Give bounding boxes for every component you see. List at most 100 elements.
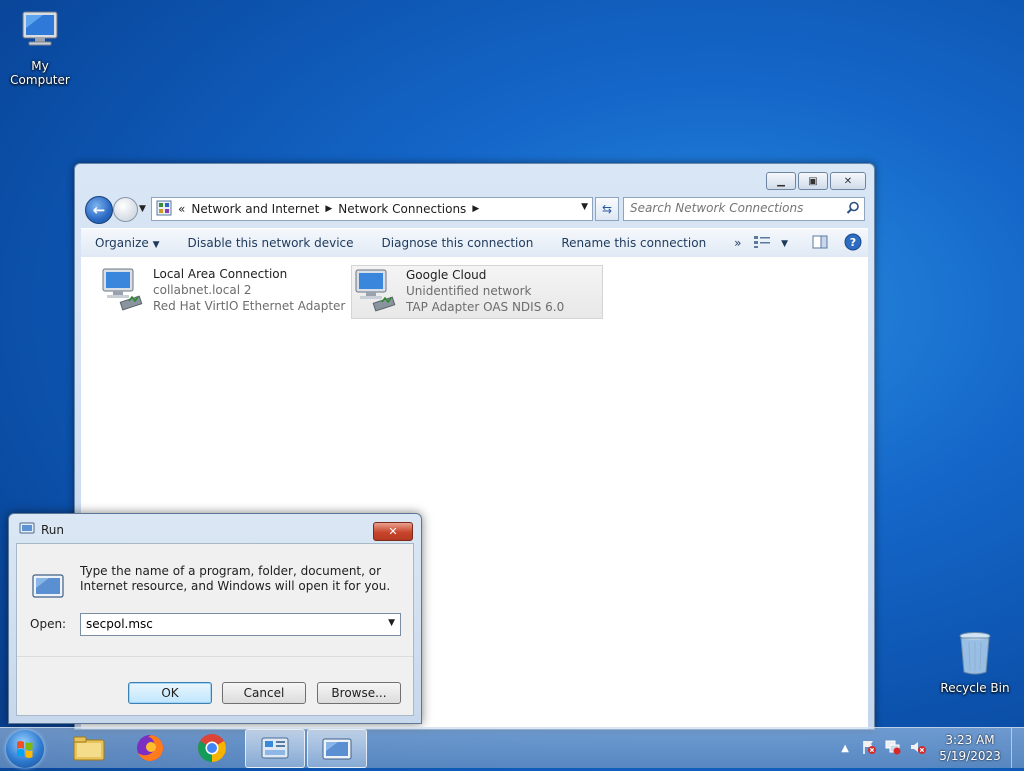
- desktop-icon-recycle-bin[interactable]: Recycle Bin: [935, 630, 1015, 695]
- run-dialog-message: Type the name of a program, folder, docu…: [80, 564, 391, 593]
- help-button[interactable]: ?: [844, 233, 862, 254]
- preview-pane-icon: [812, 235, 828, 249]
- network-adapter-icon: [352, 266, 406, 318]
- connection-adapter: TAP Adapter OAS NDIS 6.0: [406, 300, 565, 314]
- run-dialog-title: Run: [41, 522, 65, 537]
- volume-muted-icon[interactable]: [909, 739, 927, 758]
- forward-button[interactable]: [113, 197, 138, 222]
- taskbar-firefox[interactable]: [121, 729, 179, 766]
- system-clock[interactable]: 3:23 AM 5/19/2023: [935, 732, 1005, 764]
- computer-icon: [0, 8, 80, 57]
- ok-button[interactable]: OK: [128, 682, 212, 704]
- windows-logo-icon: [17, 741, 33, 758]
- connection-details: Local Area Connection collabnet.local 2 …: [153, 265, 345, 317]
- address-dropdown-icon[interactable]: ▼: [581, 202, 588, 212]
- browse-button[interactable]: Browse...: [317, 682, 401, 704]
- disable-device-button[interactable]: Disable this network device: [174, 236, 368, 250]
- navigation-bar: ← ▼ « Network and Internet ▶ Network Con…: [83, 196, 866, 224]
- address-bar[interactable]: « Network and Internet ▶ Network Connect…: [151, 197, 593, 221]
- connection-local-area[interactable]: Local Area Connection collabnet.local 2 …: [99, 265, 349, 317]
- taskbar-file-explorer[interactable]: [60, 729, 118, 766]
- show-desktop-button[interactable]: [1011, 728, 1024, 768]
- show-hidden-icons-button[interactable]: ▲: [841, 743, 849, 754]
- control-panel-icon: [261, 737, 289, 758]
- refresh-button[interactable]: ⇆: [595, 197, 619, 221]
- desktop-icon-label: My Computer: [10, 59, 70, 87]
- close-icon: ✕: [388, 525, 398, 538]
- desktop-icon-label: Recycle Bin: [940, 681, 1010, 695]
- folder-icon: [73, 736, 105, 760]
- cancel-button[interactable]: Cancel: [222, 682, 306, 704]
- refresh-icon: ⇆: [601, 202, 613, 216]
- recycle-bin-icon: [935, 630, 1015, 679]
- taskbar: ▲ 3:23 AM 5/19/2023: [0, 727, 1024, 768]
- close-icon: ✕: [843, 175, 853, 187]
- svg-text:?: ?: [850, 236, 856, 249]
- search-icon[interactable]: [846, 201, 860, 218]
- open-label: Open:: [30, 617, 67, 631]
- minimize-icon: ▁: [777, 175, 785, 187]
- preview-pane-button[interactable]: [812, 235, 828, 252]
- maximize-button[interactable]: ▣: [798, 172, 828, 190]
- run-dialog: Run ✕ Type the name of a program, folder…: [8, 513, 422, 724]
- connection-name: Google Cloud: [406, 268, 487, 282]
- view-controls: ▼ ?: [753, 233, 862, 254]
- breadcrumb-separator-icon[interactable]: ▶: [472, 204, 479, 214]
- back-button[interactable]: ←: [85, 196, 113, 224]
- minimize-button[interactable]: ▁: [766, 172, 796, 190]
- breadcrumb-network-and-internet[interactable]: Network and Internet: [191, 202, 319, 216]
- connection-adapter: Red Hat VirtIO Ethernet Adapter: [153, 299, 346, 313]
- view-options-icon: [754, 236, 771, 248]
- network-status-icon[interactable]: [885, 739, 901, 758]
- search-box[interactable]: [623, 197, 865, 221]
- maximize-icon: ▣: [808, 175, 818, 187]
- breadcrumb-network-connections[interactable]: Network Connections: [338, 202, 466, 216]
- run-dialog-footer: OK Cancel Browse...: [17, 657, 413, 715]
- run-close-button[interactable]: ✕: [373, 522, 413, 541]
- open-dropdown-icon[interactable]: ▼: [388, 618, 395, 628]
- taskbar-run-dialog[interactable]: [307, 729, 367, 768]
- control-panel-icon: [156, 200, 172, 219]
- chevron-down-icon: ▼: [152, 240, 160, 250]
- connection-google-cloud[interactable]: Google Cloud Unidentified network TAP Ad…: [351, 265, 603, 319]
- connection-network: Unidentified network: [406, 284, 532, 298]
- organize-menu[interactable]: Organize ▼: [81, 236, 174, 250]
- clock-time: 3:23 AM: [945, 733, 995, 747]
- run-icon: [19, 522, 35, 537]
- connection-network: collabnet.local 2: [153, 283, 252, 297]
- help-icon: ?: [844, 233, 862, 251]
- breadcrumb-separator-icon[interactable]: ▶: [325, 204, 332, 214]
- run-dialog-title-bar[interactable]: Run: [19, 522, 64, 537]
- breadcrumb-overflow[interactable]: «: [178, 202, 185, 216]
- chrome-icon: [198, 733, 226, 762]
- desktop-icon-my-computer[interactable]: My Computer: [0, 8, 80, 87]
- network-adapter-icon: [99, 265, 153, 317]
- recent-pages-dropdown[interactable]: ▼: [139, 204, 146, 214]
- breadcrumb: « Network and Internet ▶ Network Connect…: [178, 202, 479, 216]
- more-commands-button[interactable]: »: [720, 236, 755, 250]
- open-combobox[interactable]: ▼: [80, 613, 401, 636]
- window-controls: ▁ ▣ ✕: [766, 172, 866, 190]
- diagnose-connection-button[interactable]: Diagnose this connection: [368, 236, 548, 250]
- taskbar-chrome[interactable]: [183, 729, 241, 766]
- firefox-icon: [137, 734, 163, 761]
- organize-label: Organize: [95, 236, 149, 250]
- search-input[interactable]: [624, 198, 846, 218]
- connection-details: Google Cloud Unidentified network TAP Ad…: [406, 266, 564, 318]
- change-view-button[interactable]: [753, 235, 771, 252]
- back-arrow-icon: ←: [92, 201, 106, 219]
- run-dialog-body: Type the name of a program, folder, docu…: [16, 543, 414, 716]
- run-icon: [322, 738, 352, 759]
- open-input[interactable]: [81, 614, 381, 633]
- run-program-icon: [31, 572, 65, 603]
- close-button[interactable]: ✕: [830, 172, 866, 190]
- taskbar-network-connections[interactable]: [245, 729, 305, 768]
- rename-connection-button[interactable]: Rename this connection: [547, 236, 720, 250]
- command-bar: Organize ▼ Disable this network device D…: [81, 228, 868, 258]
- connection-name: Local Area Connection: [153, 267, 288, 281]
- clock-date: 5/19/2023: [939, 749, 1001, 763]
- system-tray: ▲ 3:23 AM 5/19/2023: [841, 728, 1024, 768]
- start-button[interactable]: [6, 730, 44, 768]
- view-dropdown-icon[interactable]: ▼: [781, 239, 788, 249]
- action-center-flag-icon[interactable]: [861, 739, 877, 758]
